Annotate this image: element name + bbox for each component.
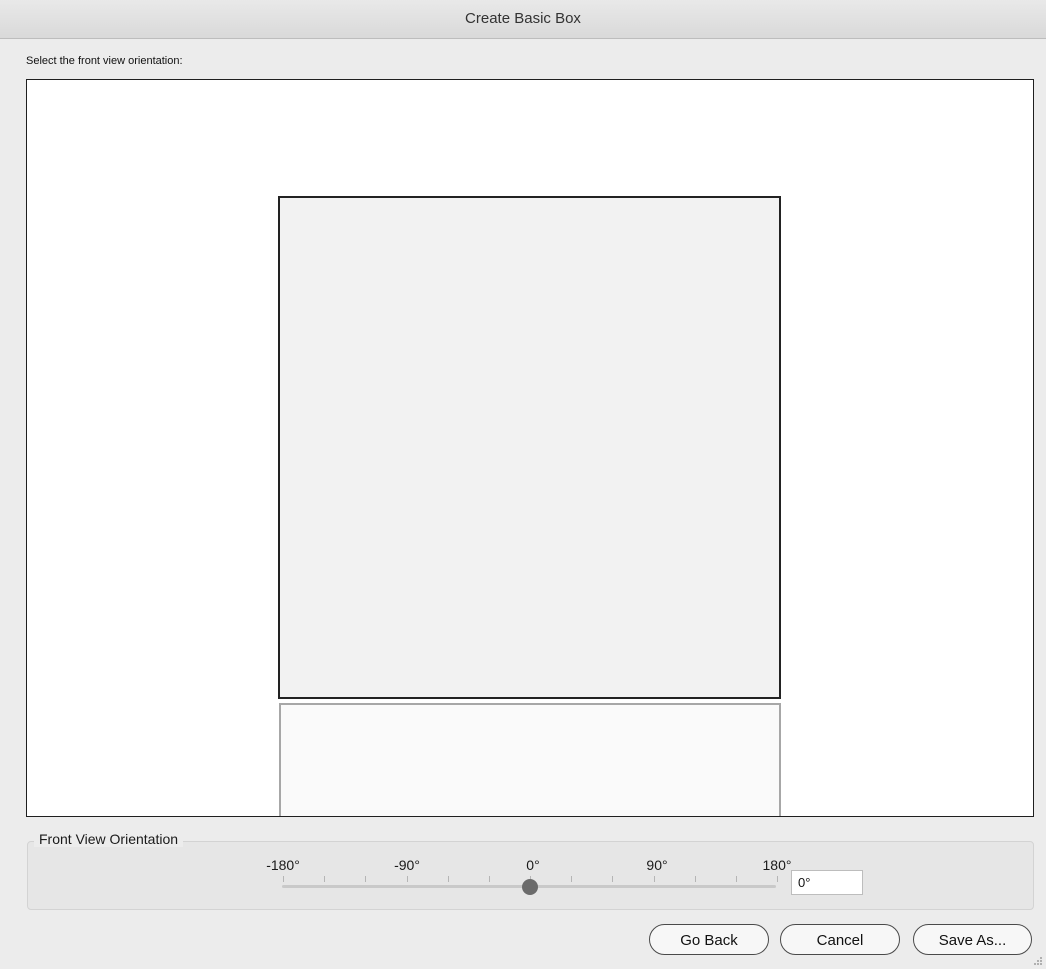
slider-tick [777,876,778,882]
slider-tick [654,876,655,882]
tick-label-180: 180° [762,857,792,873]
tick-label-minus-90: -90° [394,857,420,873]
slider-tick [407,876,408,882]
slider-tick [489,876,490,882]
slider-tick [612,876,613,882]
instruction-label: Select the front view orientation: [26,55,183,67]
slider-tick [324,876,325,882]
window-title: Create Basic Box [465,10,581,27]
save-as-button[interactable]: Save As... [913,924,1032,955]
slider-tick [571,876,572,882]
slider-tick [736,876,737,882]
go-back-button[interactable]: Go Back [649,924,769,955]
slider-tick [365,876,366,882]
orientation-slider-thumb[interactable] [522,879,538,895]
slider-tick [448,876,449,882]
orientation-value-field[interactable]: 0° [791,870,863,895]
tick-label-90: 90° [646,857,668,873]
slider-tick [695,876,696,882]
group-title: Front View Orientation [34,831,184,847]
slider-tick [283,876,284,882]
box-bottom-face[interactable] [279,703,781,816]
box-front-face[interactable] [278,196,781,699]
cancel-button[interactable]: Cancel [780,924,900,955]
resize-grip-icon[interactable] [1034,957,1042,965]
tick-label-minus-180: -180° [266,857,300,873]
window-titlebar: Create Basic Box [0,0,1046,39]
tick-label-0: 0° [526,857,540,873]
orientation-preview-canvas[interactable] [26,79,1034,817]
